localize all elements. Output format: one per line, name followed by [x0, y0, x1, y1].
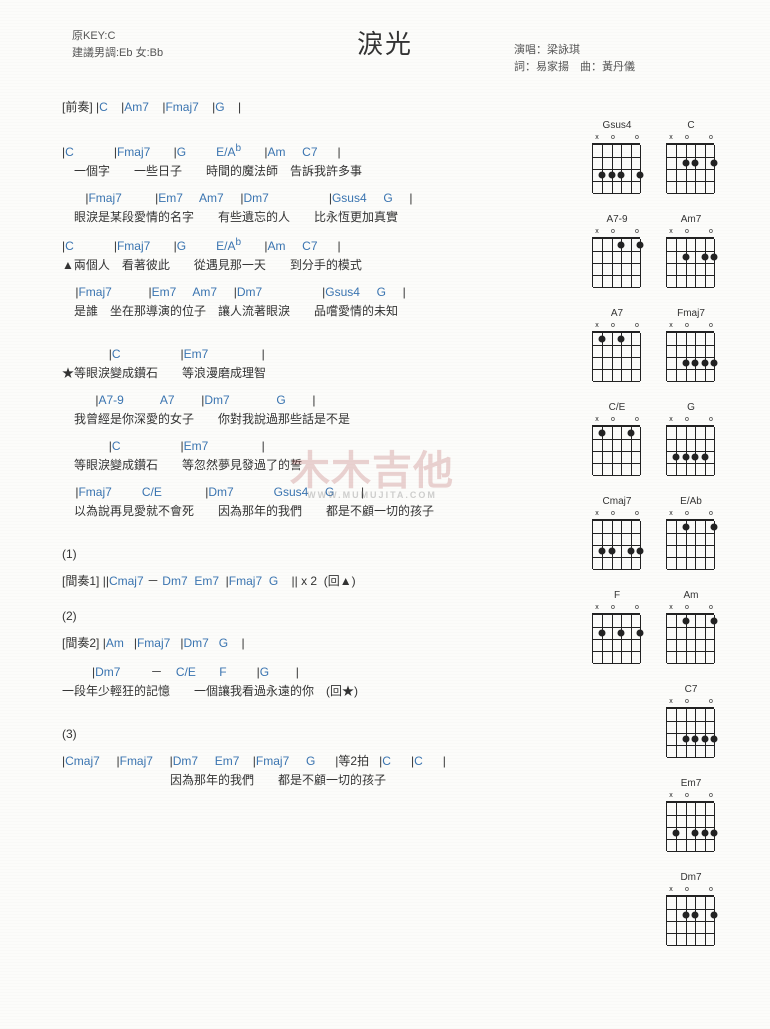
chord-diagram: Amxoo — [664, 590, 718, 666]
chord-diagram-label: Gsus4 — [590, 120, 644, 132]
lyric-line: 因為那年的我們 都是不顧一切的孩子 — [62, 771, 602, 789]
chord-diagram-label: C/E — [590, 402, 644, 414]
chord-diagram: Dm7xoo — [664, 872, 718, 948]
chord-line: |Fmaj7 |Em7 Am7 |Dm7 |Gsus4 G | — [62, 283, 602, 301]
lyric-line: 我曾經是你深愛的女子 你對我說過那些話是不是 — [62, 410, 602, 428]
chord-diagram: C7xoo — [664, 684, 718, 760]
chord-diagram-label: G — [664, 402, 718, 414]
chord-diagram: A7xoo — [590, 308, 644, 384]
chord-diagram: Fmaj7xoo — [664, 308, 718, 384]
chord-diagram-label: E/Ab — [664, 496, 718, 508]
chord-diagram-label: A7-9 — [590, 214, 644, 226]
chord-diagram-label: Fmaj7 — [664, 308, 718, 320]
chord-line: |C |Em7 | — [62, 345, 602, 363]
chord-diagram — [590, 872, 644, 948]
lyric-line: 是誰 坐在那導演的位子 讓人流著眼淚 品嚐愛情的未知 — [62, 302, 602, 320]
chord-line: |Dm7 － C/E F |G | — [62, 663, 602, 681]
chord-line: |C |Fmaj7 |G E/Ab |Am C7 | — [62, 235, 602, 255]
chord-diagram: Cxoo — [664, 120, 718, 196]
chord-line: |Fmaj7 |Em7 Am7 |Dm7 |Gsus4 G | — [62, 189, 602, 207]
chord-diagram-label: F — [590, 590, 644, 602]
suggested-key: 建議男調:Eb 女:Bb — [72, 45, 163, 62]
chord-diagram-label: Dm7 — [664, 872, 718, 884]
chord-diagram — [590, 684, 644, 760]
chord-diagram-label: Em7 — [664, 778, 718, 790]
lyric-line: ▲兩個人 看著彼此 從遇見那一天 到分手的模式 — [62, 256, 602, 274]
section-marker: (1) — [62, 545, 602, 563]
meta-left: 原KEY:C 建議男調:Eb 女:Bb — [72, 28, 163, 62]
credits: 詞：易家揚 曲：黃丹儀 — [514, 59, 635, 76]
chord-diagrams: Gsus4xoo Cxoo A7-9xoo Am7xoo A7xoo Fmaj7xoo C/… — [590, 120, 718, 966]
chord-diagram: C/Exoo — [590, 402, 644, 478]
chord-diagram-label: A7 — [590, 308, 644, 320]
lyric-line: 一段年少輕狂的記憶 一個讓我看過永遠的你 (回★) — [62, 682, 602, 700]
chord-diagram: Em7xoo — [664, 778, 718, 854]
intro-line: [前奏] |C |Am7 |Fmaj7 |G | — [62, 98, 602, 116]
chord-diagram: Am7xoo — [664, 214, 718, 290]
chord-diagram: Gxoo — [664, 402, 718, 478]
interlude-2: [間奏2] |Am |Fmaj7 |Dm7 G | — [62, 634, 602, 652]
lyric-line: 一個字 一些日子 時間的魔法師 告訴我許多事 — [62, 162, 602, 180]
sheet-body: [前奏] |C |Am7 |Fmaj7 |G | |C |Fmaj7 |G E/… — [62, 98, 602, 798]
chord-line: |Fmaj7 C/E |Dm7 Gsus4 G | — [62, 483, 602, 501]
original-key: 原KEY:C — [72, 28, 163, 45]
chord-line: |Cmaj7 |Fmaj7 |Dm7 Em7 |Fmaj7 G |等2拍 |C … — [62, 752, 602, 770]
lyric-line: 眼淚是某段愛情的名字 有些遺忘的人 比永恆更加真實 — [62, 208, 602, 226]
performer: 演唱：梁詠琪 — [514, 42, 635, 59]
chord-diagram-label: C — [664, 120, 718, 132]
interlude-1: [間奏1] ||Cmaj7 － Dm7 Em7 |Fmaj7 G || x 2 … — [62, 572, 602, 590]
chord-diagram: E/Abxoo — [664, 496, 718, 572]
chord-diagram-label: Am — [664, 590, 718, 602]
chord-line: |C |Em7 | — [62, 437, 602, 455]
chord-diagram: Gsus4xoo — [590, 120, 644, 196]
chord-line: |C |Fmaj7 |G E/Ab |Am C7 | — [62, 141, 602, 161]
chord-diagram-label: C7 — [664, 684, 718, 696]
lyric-line: 以為說再見愛就不會死 因為那年的我們 都是不顧一切的孩子 — [62, 502, 602, 520]
chord-diagram-label: Am7 — [664, 214, 718, 226]
lyric-line: 等眼淚變成鑽石 等忽然夢見發過了的誓 — [62, 456, 602, 474]
chord-diagram — [590, 778, 644, 854]
chord-line: |A7-9 A7 |Dm7 G | — [62, 391, 602, 409]
section-marker: (2) — [62, 607, 602, 625]
meta-right: 演唱：梁詠琪 詞：易家揚 曲：黃丹儀 — [514, 42, 635, 76]
chord-diagram: Cmaj7xoo — [590, 496, 644, 572]
chord-diagram: Fxoo — [590, 590, 644, 666]
lyric-line: ★等眼淚變成鑽石 等浪漫磨成理智 — [62, 364, 602, 382]
chord-diagram: A7-9xoo — [590, 214, 644, 290]
chord-diagram-label: Cmaj7 — [590, 496, 644, 508]
section-marker: (3) — [62, 725, 602, 743]
